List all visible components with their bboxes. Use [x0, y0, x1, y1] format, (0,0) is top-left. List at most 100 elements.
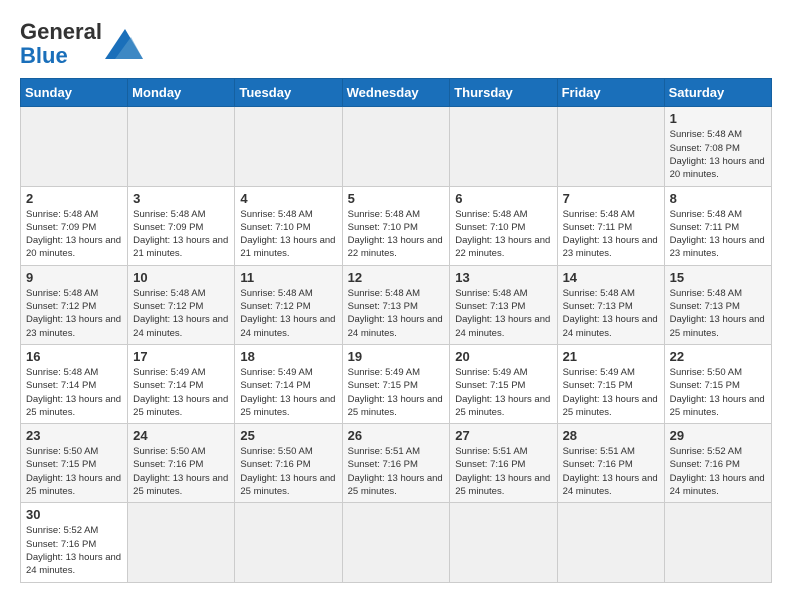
calendar-cell: [450, 503, 557, 582]
day-info: Sunrise: 5:48 AM Sunset: 7:12 PM Dayligh…: [26, 287, 122, 340]
day-info: Sunrise: 5:48 AM Sunset: 7:13 PM Dayligh…: [348, 287, 445, 340]
calendar-cell: 26 Sunrise: 5:51 AM Sunset: 7:16 PM Dayli…: [342, 424, 450, 503]
day-info: Sunrise: 5:48 AM Sunset: 7:09 PM Dayligh…: [26, 208, 122, 261]
weekday-header: Friday: [557, 79, 664, 107]
day-number: 3: [133, 191, 229, 206]
calendar-cell: 6 Sunrise: 5:48 AM Sunset: 7:10 PM Daylig…: [450, 186, 557, 265]
day-info: Sunrise: 5:48 AM Sunset: 7:11 PM Dayligh…: [670, 208, 766, 261]
day-info: Sunrise: 5:49 AM Sunset: 7:15 PM Dayligh…: [563, 366, 659, 419]
calendar-cell: 20 Sunrise: 5:49 AM Sunset: 7:15 PM Dayli…: [450, 344, 557, 423]
day-info: Sunrise: 5:52 AM Sunset: 7:16 PM Dayligh…: [670, 445, 766, 498]
day-number: 9: [26, 270, 122, 285]
day-number: 11: [240, 270, 336, 285]
calendar-cell: [664, 503, 771, 582]
calendar-cell: 2Sunrise: 5:48 AM Sunset: 7:09 PM Daylig…: [21, 186, 128, 265]
weekday-header: Sunday: [21, 79, 128, 107]
calendar-cell: 13 Sunrise: 5:48 AM Sunset: 7:13 PM Dayli…: [450, 265, 557, 344]
day-number: 7: [563, 191, 659, 206]
day-info: Sunrise: 5:50 AM Sunset: 7:15 PM Dayligh…: [26, 445, 122, 498]
calendar-cell: 11 Sunrise: 5:48 AM Sunset: 7:12 PM Dayli…: [235, 265, 342, 344]
calendar-cell: 1 Sunrise: 5:48 AM Sunset: 7:08 PM Daylig…: [664, 107, 771, 186]
day-number: 29: [670, 428, 766, 443]
day-info: Sunrise: 5:48 AM Sunset: 7:12 PM Dayligh…: [240, 287, 336, 340]
day-info: Sunrise: 5:48 AM Sunset: 7:08 PM Dayligh…: [670, 128, 766, 181]
calendar-cell: 14 Sunrise: 5:48 AM Sunset: 7:13 PM Dayli…: [557, 265, 664, 344]
day-number: 15: [670, 270, 766, 285]
page-header: General Blue: [20, 20, 772, 68]
day-info: Sunrise: 5:48 AM Sunset: 7:13 PM Dayligh…: [455, 287, 551, 340]
day-info: Sunrise: 5:49 AM Sunset: 7:15 PM Dayligh…: [348, 366, 445, 419]
day-number: 24: [133, 428, 229, 443]
logo-text: General Blue: [20, 20, 102, 68]
day-info: Sunrise: 5:52 AM Sunset: 7:16 PM Dayligh…: [26, 524, 122, 577]
weekday-header: Saturday: [664, 79, 771, 107]
calendar-cell: 5 Sunrise: 5:48 AM Sunset: 7:10 PM Daylig…: [342, 186, 450, 265]
calendar-cell: 29 Sunrise: 5:52 AM Sunset: 7:16 PM Dayli…: [664, 424, 771, 503]
day-info: Sunrise: 5:48 AM Sunset: 7:14 PM Dayligh…: [26, 366, 122, 419]
day-info: Sunrise: 5:51 AM Sunset: 7:16 PM Dayligh…: [348, 445, 445, 498]
calendar-cell: 24 Sunrise: 5:50 AM Sunset: 7:16 PM Dayli…: [128, 424, 235, 503]
day-info: Sunrise: 5:49 AM Sunset: 7:15 PM Dayligh…: [455, 366, 551, 419]
day-number: 5: [348, 191, 445, 206]
weekday-header: Tuesday: [235, 79, 342, 107]
calendar-cell: 7Sunrise: 5:48 AM Sunset: 7:11 PM Daylig…: [557, 186, 664, 265]
calendar-cell: 3Sunrise: 5:48 AM Sunset: 7:09 PM Daylig…: [128, 186, 235, 265]
calendar-cell: [557, 503, 664, 582]
calendar-cell: 18 Sunrise: 5:49 AM Sunset: 7:14 PM Dayli…: [235, 344, 342, 423]
day-info: Sunrise: 5:48 AM Sunset: 7:10 PM Dayligh…: [455, 208, 551, 261]
day-number: 23: [26, 428, 122, 443]
day-info: Sunrise: 5:48 AM Sunset: 7:13 PM Dayligh…: [563, 287, 659, 340]
calendar-cell: [342, 503, 450, 582]
day-number: 18: [240, 349, 336, 364]
calendar-cell: 15 Sunrise: 5:48 AM Sunset: 7:13 PM Dayli…: [664, 265, 771, 344]
day-info: Sunrise: 5:48 AM Sunset: 7:10 PM Dayligh…: [348, 208, 445, 261]
calendar-cell: 8Sunrise: 5:48 AM Sunset: 7:11 PM Daylig…: [664, 186, 771, 265]
day-info: Sunrise: 5:51 AM Sunset: 7:16 PM Dayligh…: [563, 445, 659, 498]
day-info: Sunrise: 5:48 AM Sunset: 7:10 PM Dayligh…: [240, 208, 336, 261]
calendar-cell: 19 Sunrise: 5:49 AM Sunset: 7:15 PM Dayli…: [342, 344, 450, 423]
calendar-cell: [235, 107, 342, 186]
day-number: 4: [240, 191, 336, 206]
day-number: 21: [563, 349, 659, 364]
day-number: 28: [563, 428, 659, 443]
calendar-cell: [342, 107, 450, 186]
calendar-cell: [557, 107, 664, 186]
calendar-cell: 27Sunrise: 5:51 AM Sunset: 7:16 PM Dayli…: [450, 424, 557, 503]
calendar-cell: 28 Sunrise: 5:51 AM Sunset: 7:16 PM Dayli…: [557, 424, 664, 503]
day-info: Sunrise: 5:49 AM Sunset: 7:14 PM Dayligh…: [133, 366, 229, 419]
calendar-cell: [128, 503, 235, 582]
logo: General Blue: [20, 20, 143, 68]
day-number: 19: [348, 349, 445, 364]
calendar-cell: 16 Sunrise: 5:48 AM Sunset: 7:14 PM Dayli…: [21, 344, 128, 423]
day-number: 26: [348, 428, 445, 443]
day-number: 14: [563, 270, 659, 285]
day-number: 12: [348, 270, 445, 285]
day-info: Sunrise: 5:51 AM Sunset: 7:16 PM Dayligh…: [455, 445, 551, 498]
day-number: 25: [240, 428, 336, 443]
day-info: Sunrise: 5:50 AM Sunset: 7:16 PM Dayligh…: [240, 445, 336, 498]
calendar-cell: [21, 107, 128, 186]
day-number: 6: [455, 191, 551, 206]
calendar-cell: 22Sunrise: 5:50 AM Sunset: 7:15 PM Dayli…: [664, 344, 771, 423]
calendar-cell: [235, 503, 342, 582]
calendar-cell: 9 Sunrise: 5:48 AM Sunset: 7:12 PM Daylig…: [21, 265, 128, 344]
calendar-cell: 4 Sunrise: 5:48 AM Sunset: 7:10 PM Daylig…: [235, 186, 342, 265]
day-number: 10: [133, 270, 229, 285]
day-number: 13: [455, 270, 551, 285]
day-info: Sunrise: 5:50 AM Sunset: 7:16 PM Dayligh…: [133, 445, 229, 498]
day-number: 17: [133, 349, 229, 364]
calendar-cell: 10 Sunrise: 5:48 AM Sunset: 7:12 PM Dayli…: [128, 265, 235, 344]
day-number: 16: [26, 349, 122, 364]
calendar-cell: [128, 107, 235, 186]
day-number: 20: [455, 349, 551, 364]
day-info: Sunrise: 5:48 AM Sunset: 7:13 PM Dayligh…: [670, 287, 766, 340]
weekday-header: Thursday: [450, 79, 557, 107]
day-info: Sunrise: 5:49 AM Sunset: 7:14 PM Dayligh…: [240, 366, 336, 419]
day-number: 1: [670, 111, 766, 126]
logo-icon: [105, 29, 143, 59]
calendar-cell: 30 Sunrise: 5:52 AM Sunset: 7:16 PM Dayli…: [21, 503, 128, 582]
weekday-header: Wednesday: [342, 79, 450, 107]
calendar-cell: 17 Sunrise: 5:49 AM Sunset: 7:14 PM Dayli…: [128, 344, 235, 423]
day-info: Sunrise: 5:48 AM Sunset: 7:12 PM Dayligh…: [133, 287, 229, 340]
day-number: 30: [26, 507, 122, 522]
